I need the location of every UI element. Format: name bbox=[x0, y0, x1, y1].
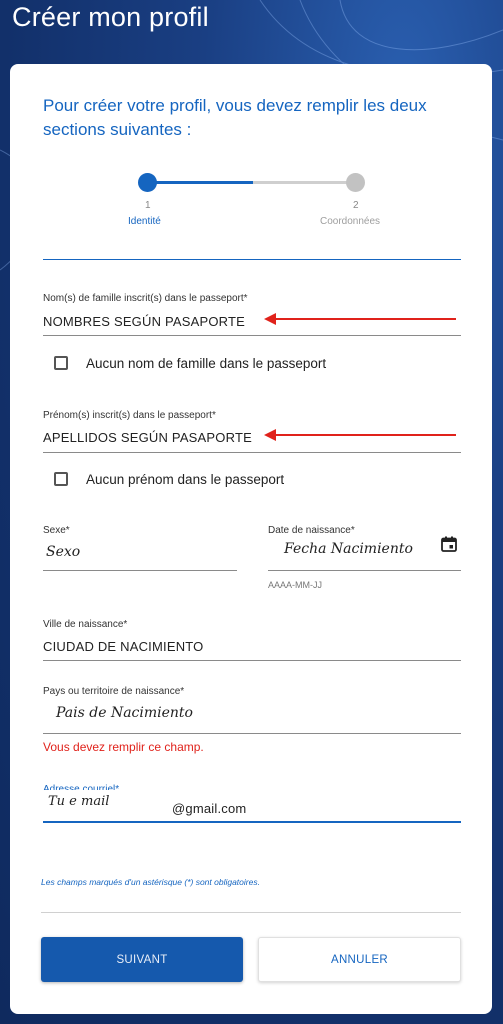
city-underline bbox=[43, 660, 461, 661]
required-fields-note: Les champs marqués d'un astérisque (*) s… bbox=[41, 877, 260, 887]
no-surname-label[interactable]: Aucun nom de famille dans le passeport bbox=[86, 356, 326, 371]
dob-underline bbox=[268, 570, 461, 571]
next-button[interactable]: SUIVANT bbox=[41, 937, 243, 982]
page-title: Créer mon profil bbox=[12, 2, 209, 32]
red-arrow-icon bbox=[274, 434, 456, 436]
stepper-divider bbox=[43, 259, 461, 260]
step-1-dot[interactable] bbox=[138, 173, 157, 192]
no-given-name-label[interactable]: Aucun prénom dans le passeport bbox=[86, 472, 284, 487]
given-name-underline bbox=[43, 452, 461, 453]
email-handwritten-value: Tu e mail bbox=[48, 794, 110, 809]
country-label: Pays ou territoire de naissance* bbox=[43, 686, 185, 697]
given-name-input[interactable]: APELLIDOS SEGÚN PASAPORTE bbox=[43, 430, 252, 445]
email-label: Adresse courriel* bbox=[43, 784, 120, 790]
calendar-icon[interactable] bbox=[441, 536, 457, 552]
step-2-number: 2 bbox=[353, 200, 359, 211]
dob-label: Date de naissance* bbox=[268, 525, 355, 536]
city-input[interactable]: CIUDAD DE NACIMIENTO bbox=[43, 639, 204, 654]
profile-card: Pour créer votre profil, vous devez remp… bbox=[10, 64, 492, 1014]
country-error: Vous devez remplir ce champ. bbox=[43, 740, 204, 754]
sex-label: Sexe* bbox=[43, 525, 70, 536]
cancel-button[interactable]: ANNULER bbox=[258, 937, 461, 982]
step-1-label: Identité bbox=[128, 216, 161, 227]
email-input[interactable]: @gmail.com bbox=[172, 801, 246, 816]
no-surname-checkbox[interactable] bbox=[54, 356, 68, 370]
no-given-name-checkbox[interactable] bbox=[54, 472, 68, 486]
stepper-progress-active bbox=[148, 181, 253, 184]
intro-text: Pour créer votre profil, vous devez remp… bbox=[43, 96, 427, 139]
stepper-progress-rest bbox=[253, 181, 356, 184]
surname-input[interactable]: NOMBRES SEGÚN PASAPORTE bbox=[43, 314, 245, 329]
step-2-label: Coordonnées bbox=[320, 216, 381, 227]
footer-divider bbox=[41, 912, 461, 913]
red-arrow-icon bbox=[274, 318, 456, 320]
surname-underline bbox=[43, 335, 461, 336]
step-2-dot[interactable] bbox=[346, 173, 365, 192]
dob-hint: AAAA-MM-JJ bbox=[268, 580, 322, 590]
sex-underline bbox=[43, 570, 237, 571]
step-1-number: 1 bbox=[145, 200, 151, 211]
country-input[interactable]: Pais de Nacimiento bbox=[56, 705, 193, 721]
given-name-label: Prénom(s) inscrit(s) dans le passeport* bbox=[43, 410, 216, 421]
dob-input[interactable]: Fecha Nacimiento bbox=[284, 541, 413, 557]
country-underline bbox=[43, 733, 461, 734]
surname-label: Nom(s) de famille inscrit(s) dans le pas… bbox=[43, 293, 248, 304]
email-underline bbox=[43, 821, 461, 823]
sex-select[interactable]: Sexo bbox=[46, 544, 80, 560]
city-label: Ville de naissance* bbox=[43, 619, 128, 630]
